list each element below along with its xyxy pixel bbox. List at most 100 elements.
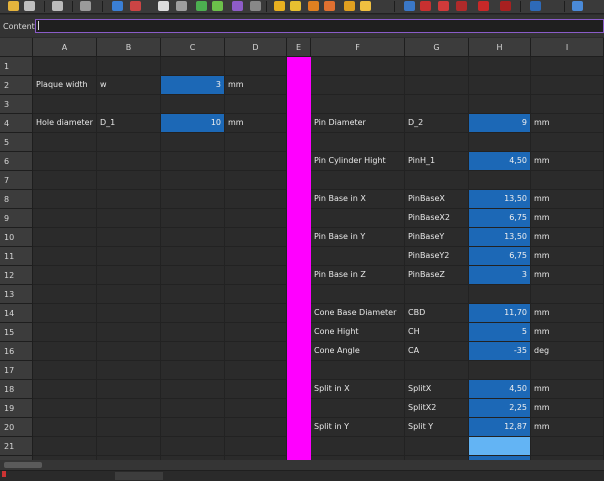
cell-E20[interactable] <box>287 418 311 437</box>
pencil-icon[interactable] <box>176 1 187 11</box>
cell-H10[interactable]: 13,50 <box>469 228 531 247</box>
cell-A9[interactable] <box>33 209 97 228</box>
cell-A4[interactable]: Hole diameter <box>33 114 97 133</box>
cell-C3[interactable] <box>161 95 225 114</box>
cell-F8[interactable]: Pin Base in X <box>311 190 405 209</box>
sheet-nav-icon[interactable] <box>2 471 6 477</box>
cell-B18[interactable] <box>97 380 161 399</box>
intersect-red-icon[interactable] <box>456 1 467 11</box>
cell-B3[interactable] <box>97 95 161 114</box>
cell-G14[interactable]: CBD <box>405 304 469 323</box>
cell-G7[interactable] <box>405 171 469 190</box>
shape-purple-icon[interactable] <box>232 1 243 11</box>
cell-D8[interactable] <box>225 190 287 209</box>
cell-B14[interactable] <box>97 304 161 323</box>
row-header[interactable]: 19 <box>0 399 33 418</box>
cell-C13[interactable] <box>161 285 225 304</box>
column-header-C[interactable]: C <box>161 38 225 57</box>
cell-E6[interactable] <box>287 152 311 171</box>
cell-D3[interactable] <box>225 95 287 114</box>
union-red-icon[interactable] <box>438 1 449 11</box>
column-header-E[interactable]: E <box>287 38 311 57</box>
cell-C6[interactable] <box>161 152 225 171</box>
cell-I16[interactable]: deg <box>531 342 604 361</box>
cell-E1[interactable] <box>287 57 311 76</box>
cut-red-icon[interactable] <box>420 1 431 11</box>
cell-B9[interactable] <box>97 209 161 228</box>
cell-G3[interactable] <box>405 95 469 114</box>
column-header-H[interactable]: H <box>469 38 531 57</box>
row-header[interactable]: 5 <box>0 133 33 152</box>
cell-E21[interactable] <box>287 437 311 456</box>
cell-C2[interactable]: 3 <box>161 76 225 95</box>
cell-B19[interactable] <box>97 399 161 418</box>
cell-I14[interactable]: mm <box>531 304 604 323</box>
row-header[interactable]: 9 <box>0 209 33 228</box>
cell-F13[interactable] <box>311 285 405 304</box>
cell-I1[interactable] <box>531 57 604 76</box>
cell-G9[interactable]: PinBaseX2 <box>405 209 469 228</box>
cell-C4[interactable]: 10 <box>161 114 225 133</box>
cube-icon[interactable] <box>112 1 123 11</box>
cell-H7[interactable] <box>469 171 531 190</box>
column-header-G[interactable]: G <box>405 38 469 57</box>
row-header[interactable]: 1 <box>0 57 33 76</box>
horizontal-scrollbar[interactable] <box>0 460 604 470</box>
row-header[interactable]: 21 <box>0 437 33 456</box>
cell-F11[interactable] <box>311 247 405 266</box>
cell-G15[interactable]: CH <box>405 323 469 342</box>
cell-E11[interactable] <box>287 247 311 266</box>
cell-I12[interactable]: mm <box>531 266 604 285</box>
cell-A3[interactable] <box>33 95 97 114</box>
cell-H12[interactable]: 3 <box>469 266 531 285</box>
cell-B20[interactable] <box>97 418 161 437</box>
contents-input[interactable] <box>35 19 604 33</box>
row-header[interactable]: 10 <box>0 228 33 247</box>
cell-B1[interactable] <box>97 57 161 76</box>
cell-H20[interactable]: 12,87 <box>469 418 531 437</box>
cell-F3[interactable] <box>311 95 405 114</box>
cell-F19[interactable] <box>311 399 405 418</box>
cell-B10[interactable] <box>97 228 161 247</box>
cell-A20[interactable] <box>33 418 97 437</box>
cell-C15[interactable] <box>161 323 225 342</box>
cell-C11[interactable] <box>161 247 225 266</box>
cell-I4[interactable]: mm <box>531 114 604 133</box>
cell-H21[interactable] <box>469 437 531 456</box>
cell-E18[interactable] <box>287 380 311 399</box>
tube-yellow-icon[interactable] <box>360 1 371 11</box>
cell-C7[interactable] <box>161 171 225 190</box>
cell-D2[interactable]: mm <box>225 76 287 95</box>
cell-D19[interactable] <box>225 399 287 418</box>
cell-E9[interactable] <box>287 209 311 228</box>
cell-E13[interactable] <box>287 285 311 304</box>
cell-B17[interactable] <box>97 361 161 380</box>
cell-F4[interactable]: Pin Diameter <box>311 114 405 133</box>
cell-I9[interactable]: mm <box>531 209 604 228</box>
cell-D16[interactable] <box>225 342 287 361</box>
row-header[interactable]: 15 <box>0 323 33 342</box>
cell-F15[interactable]: Cone Hight <box>311 323 405 342</box>
cell-E3[interactable] <box>287 95 311 114</box>
scrollbar-thumb[interactable] <box>4 462 42 468</box>
refresh-icon[interactable] <box>52 1 63 11</box>
cell-F21[interactable] <box>311 437 405 456</box>
cell-I20[interactable]: mm <box>531 418 604 437</box>
cell-C5[interactable] <box>161 133 225 152</box>
cell-E4[interactable] <box>287 114 311 133</box>
page-icon[interactable] <box>158 1 169 11</box>
cell-D11[interactable] <box>225 247 287 266</box>
cell-D18[interactable] <box>225 380 287 399</box>
row-header[interactable]: 3 <box>0 95 33 114</box>
cell-A10[interactable] <box>33 228 97 247</box>
cell-D4[interactable]: mm <box>225 114 287 133</box>
cell-F9[interactable] <box>311 209 405 228</box>
cell-I17[interactable] <box>531 361 604 380</box>
cell-D6[interactable] <box>225 152 287 171</box>
sphere-orange-icon[interactable] <box>308 1 319 11</box>
cell-G6[interactable]: PinH_1 <box>405 152 469 171</box>
cell-A21[interactable] <box>33 437 97 456</box>
cell-B8[interactable] <box>97 190 161 209</box>
cell-B15[interactable] <box>97 323 161 342</box>
cell-H8[interactable]: 13,50 <box>469 190 531 209</box>
